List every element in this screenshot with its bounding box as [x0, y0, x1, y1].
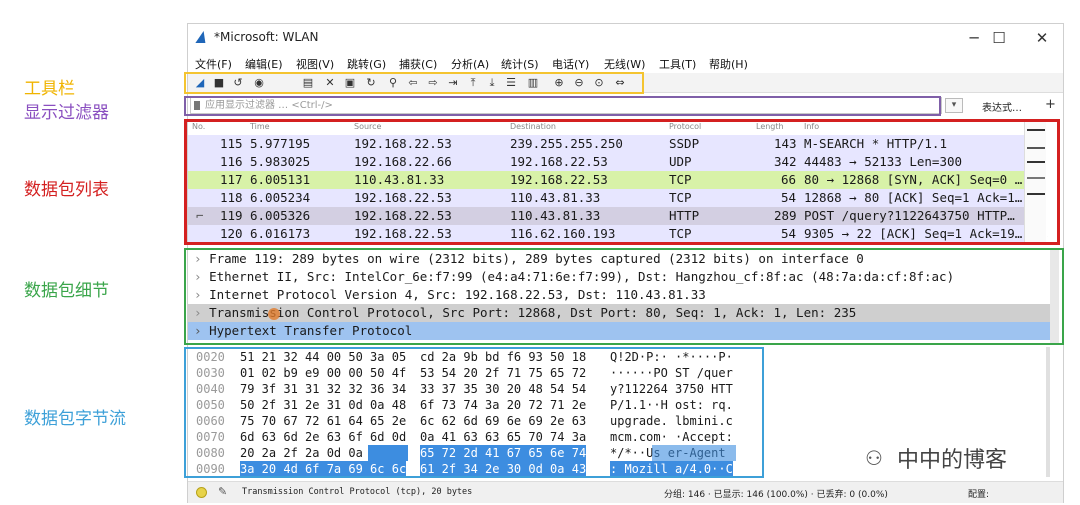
- annotation-display-filter: 显示过滤器: [24, 103, 109, 123]
- menu-view[interactable]: 视图(V): [296, 56, 334, 72]
- annotation-packet-list: 数据包列表: [24, 180, 109, 200]
- bytes-scrollbar[interactable]: [1046, 347, 1050, 477]
- status-field-info: Transmission Control Protocol (tcp), 20 …: [242, 487, 473, 497]
- menu-bar: 文件(F) 编辑(E) 视图(V) 跳转(G) 捕获(C) 分析(A) 统计(S…: [188, 52, 1063, 72]
- expression-button[interactable]: 表达式…: [982, 99, 1022, 114]
- packet-list-highlight-box: [184, 119, 1060, 245]
- apply-filter-arrow[interactable]: ▾: [945, 98, 963, 113]
- menu-edit[interactable]: 编辑(E): [245, 56, 283, 72]
- menu-wireless[interactable]: 无线(W): [604, 56, 645, 72]
- menu-analyze[interactable]: 分析(A): [451, 56, 489, 72]
- details-highlight-box: [184, 248, 1064, 345]
- annotation-toolbar: 工具栏: [24, 79, 75, 99]
- menu-help[interactable]: 帮助(H): [709, 56, 748, 72]
- expert-info-icon[interactable]: [196, 487, 207, 498]
- maximize-button[interactable]: ☐: [981, 27, 1017, 49]
- add-filter-button[interactable]: +: [1045, 97, 1056, 112]
- wireshark-window: *Microsoft: WLAN ─ ☐ ✕ 文件(F) 编辑(E) 视图(V)…: [184, 23, 1064, 503]
- annotation-packet-details: 数据包细节: [24, 281, 109, 301]
- window-title: *Microsoft: WLAN: [214, 30, 319, 44]
- menu-file[interactable]: 文件(F): [195, 56, 232, 72]
- toolbar-highlight-box: [184, 72, 644, 94]
- close-button[interactable]: ✕: [1024, 27, 1060, 49]
- menu-go[interactable]: 跳转(G): [347, 56, 386, 72]
- wechat-icon: ⚇: [865, 446, 883, 470]
- watermark-text: 中中的博客: [897, 448, 1008, 473]
- annotation-packet-bytes: 数据包字节流: [24, 409, 126, 429]
- filter-highlight-box: [184, 96, 941, 116]
- status-profile[interactable]: 配置:: [968, 487, 989, 500]
- menu-tools[interactable]: 工具(T): [659, 56, 696, 72]
- status-packet-stats: 分组: 146 · 已显示: 146 (100.0%) · 已丢弃: 0 (0.…: [664, 490, 888, 500]
- menu-telephony[interactable]: 电话(Y): [552, 56, 589, 72]
- wireshark-fin-icon: [195, 31, 209, 43]
- status-bar: ✎ Transmission Control Protocol (tcp), 2…: [188, 481, 1063, 503]
- menu-capture[interactable]: 捕获(C): [399, 56, 437, 72]
- menu-statistics[interactable]: 统计(S): [501, 56, 539, 72]
- edit-comment-icon[interactable]: ✎: [218, 485, 227, 498]
- bytes-highlight-box: [184, 347, 764, 478]
- title-bar: *Microsoft: WLAN ─ ☐ ✕: [188, 24, 1063, 52]
